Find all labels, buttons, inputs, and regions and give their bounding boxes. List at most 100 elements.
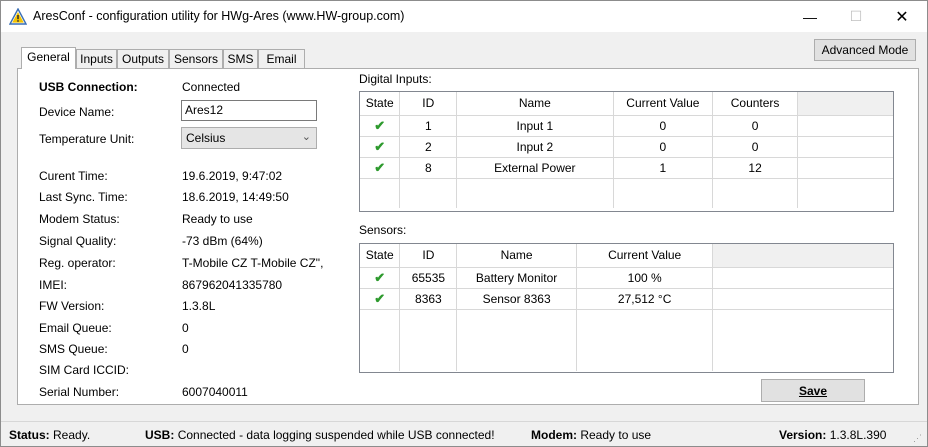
column-header[interactable]: Counters: [712, 92, 798, 116]
state-cell: ✔: [360, 288, 401, 310]
state-cell: ✔: [360, 157, 401, 179]
empty-row: [360, 309, 893, 371]
check-icon: ✔: [374, 117, 386, 133]
check-icon: ✔: [374, 290, 386, 306]
empty-cell: [456, 178, 614, 208]
filler-cell: [797, 136, 893, 158]
info-label: Email Queue:: [39, 321, 112, 335]
table-row[interactable]: ✔ 8363 Sensor 8363 27,512 °C: [360, 288, 893, 310]
value-cell: 1: [613, 157, 714, 179]
empty-cell: [360, 309, 401, 371]
version-segment: Version: 1.3.8L.390: [779, 428, 886, 442]
tab-outputs[interactable]: Outputs: [117, 49, 169, 68]
usb-connection-label: USB Connection:: [39, 80, 138, 94]
modem-segment: Modem: Ready to use: [531, 428, 651, 442]
table-row[interactable]: ✔ 2 Input 2 0 0: [360, 136, 893, 158]
warning-triangle-icon: [9, 8, 27, 25]
empty-cell: [613, 178, 714, 208]
value-cell: 27,512 °C: [576, 288, 714, 310]
filler-cell: [797, 115, 893, 137]
version-value: 1.3.8L.390: [829, 428, 887, 442]
info-label: Signal Quality:: [39, 234, 117, 248]
empty-cell: [712, 178, 798, 208]
state-cell: ✔: [360, 267, 401, 289]
info-value: 0: [182, 342, 189, 356]
empty-cell: [456, 309, 577, 371]
info-label: Reg. operator:: [39, 256, 116, 270]
info-value: 18.6.2019, 14:49:50: [182, 190, 289, 204]
value-cell: 100 %: [576, 267, 714, 289]
tab-sensors[interactable]: Sensors: [169, 49, 223, 68]
table-row[interactable]: ✔ 1 Input 1 0 0: [360, 115, 893, 137]
value-cell: 0: [613, 115, 714, 137]
name-cell: Sensor 8363: [456, 288, 577, 310]
usb-connection-value: Connected: [182, 80, 241, 94]
device-name-input[interactable]: Ares12: [181, 100, 317, 121]
tab-general[interactable]: General: [21, 47, 76, 69]
column-header[interactable]: Current Value: [613, 92, 714, 116]
chevron-down-icon: ⌄: [301, 131, 311, 143]
digital-inputs-grid[interactable]: State ID Name Current Value Counters ✔ 1…: [359, 91, 894, 212]
filler-cell: [713, 309, 893, 371]
table-row[interactable]: ✔ 65535 Battery Monitor 100 %: [360, 267, 893, 289]
status-segment: Status: Ready.: [9, 428, 90, 442]
digital-inputs-title: Digital Inputs:: [359, 72, 432, 86]
advanced-mode-button[interactable]: Advanced Mode: [814, 39, 916, 61]
save-button[interactable]: Save: [761, 379, 865, 402]
info-value: Ready to use: [182, 212, 253, 226]
digital-inputs-table: State ID Name Current Value Counters ✔ 1…: [360, 92, 893, 208]
column-header[interactable]: Current Value: [576, 244, 714, 268]
info-value: 19.6.2019, 9:47:02: [182, 169, 283, 183]
info-label: FW Version:: [39, 299, 105, 313]
table-row[interactable]: ✔ 8 External Power 1 12: [360, 157, 893, 179]
id-cell: 8363: [399, 288, 458, 310]
info-value: 0: [182, 321, 189, 335]
check-icon: ✔: [374, 159, 386, 175]
column-header[interactable]: ID: [399, 92, 458, 116]
column-header[interactable]: Name: [456, 92, 614, 116]
title-bar[interactable]: AresConf - configuration utility for HWg…: [1, 1, 927, 32]
counters-cell: 0: [712, 136, 798, 158]
maximize-button[interactable]: ☐: [833, 1, 879, 32]
version-label: Version:: [779, 428, 827, 442]
window-title: AresConf - configuration utility for HWg…: [33, 9, 405, 23]
id-cell: 65535: [399, 267, 458, 289]
sensors-grid[interactable]: State ID Name Current Value ✔ 65535 Batt…: [359, 243, 894, 373]
info-label: Curent Time:: [39, 169, 108, 183]
empty-cell: [576, 309, 714, 371]
minimize-button[interactable]: —: [787, 1, 833, 32]
usb-label: USB:: [145, 428, 175, 442]
info-label: Modem Status:: [39, 212, 120, 226]
column-header[interactable]: State: [360, 92, 401, 116]
temperature-unit-select[interactable]: Celsius ⌄: [181, 127, 317, 149]
counters-cell: 12: [712, 157, 798, 179]
info-value: 6007040011: [182, 385, 248, 399]
tab-sms[interactable]: SMS: [223, 49, 258, 68]
id-cell: 8: [399, 157, 458, 179]
status-bar: Status: Ready. USB: Connected - data log…: [1, 421, 927, 446]
info-label: SIM Card ICCID:: [39, 363, 130, 377]
name-cell: Input 1: [456, 115, 614, 137]
filler-cell: [797, 157, 893, 179]
status-value: Ready.: [53, 428, 91, 442]
modem-label: Modem:: [531, 428, 577, 442]
id-cell: 2: [399, 136, 458, 158]
column-header[interactable]: ID: [399, 244, 458, 268]
usb-segment: USB: Connected - data logging suspended …: [145, 428, 495, 442]
column-header[interactable]: State: [360, 244, 401, 268]
id-cell: 1: [399, 115, 458, 137]
column-header[interactable]: Name: [456, 244, 577, 268]
app-window: AresConf - configuration utility for HWg…: [0, 0, 928, 447]
sensors-title: Sensors:: [359, 223, 407, 237]
info-label: Serial Number:: [39, 385, 120, 399]
info-value: T-Mobile CZ T-Mobile CZ",: [182, 256, 324, 270]
resize-grip-icon[interactable]: ⋰: [913, 433, 923, 443]
tab-inputs[interactable]: Inputs: [76, 49, 117, 68]
filler-cell: [712, 288, 893, 310]
column-filler: [797, 92, 893, 116]
table-header-row: State ID Name Current Value Counters: [360, 92, 893, 116]
empty-cell: [399, 178, 458, 208]
close-button[interactable]: ✕: [879, 1, 925, 32]
device-name-label: Device Name:: [39, 105, 115, 119]
tab-email[interactable]: Email: [258, 49, 305, 68]
